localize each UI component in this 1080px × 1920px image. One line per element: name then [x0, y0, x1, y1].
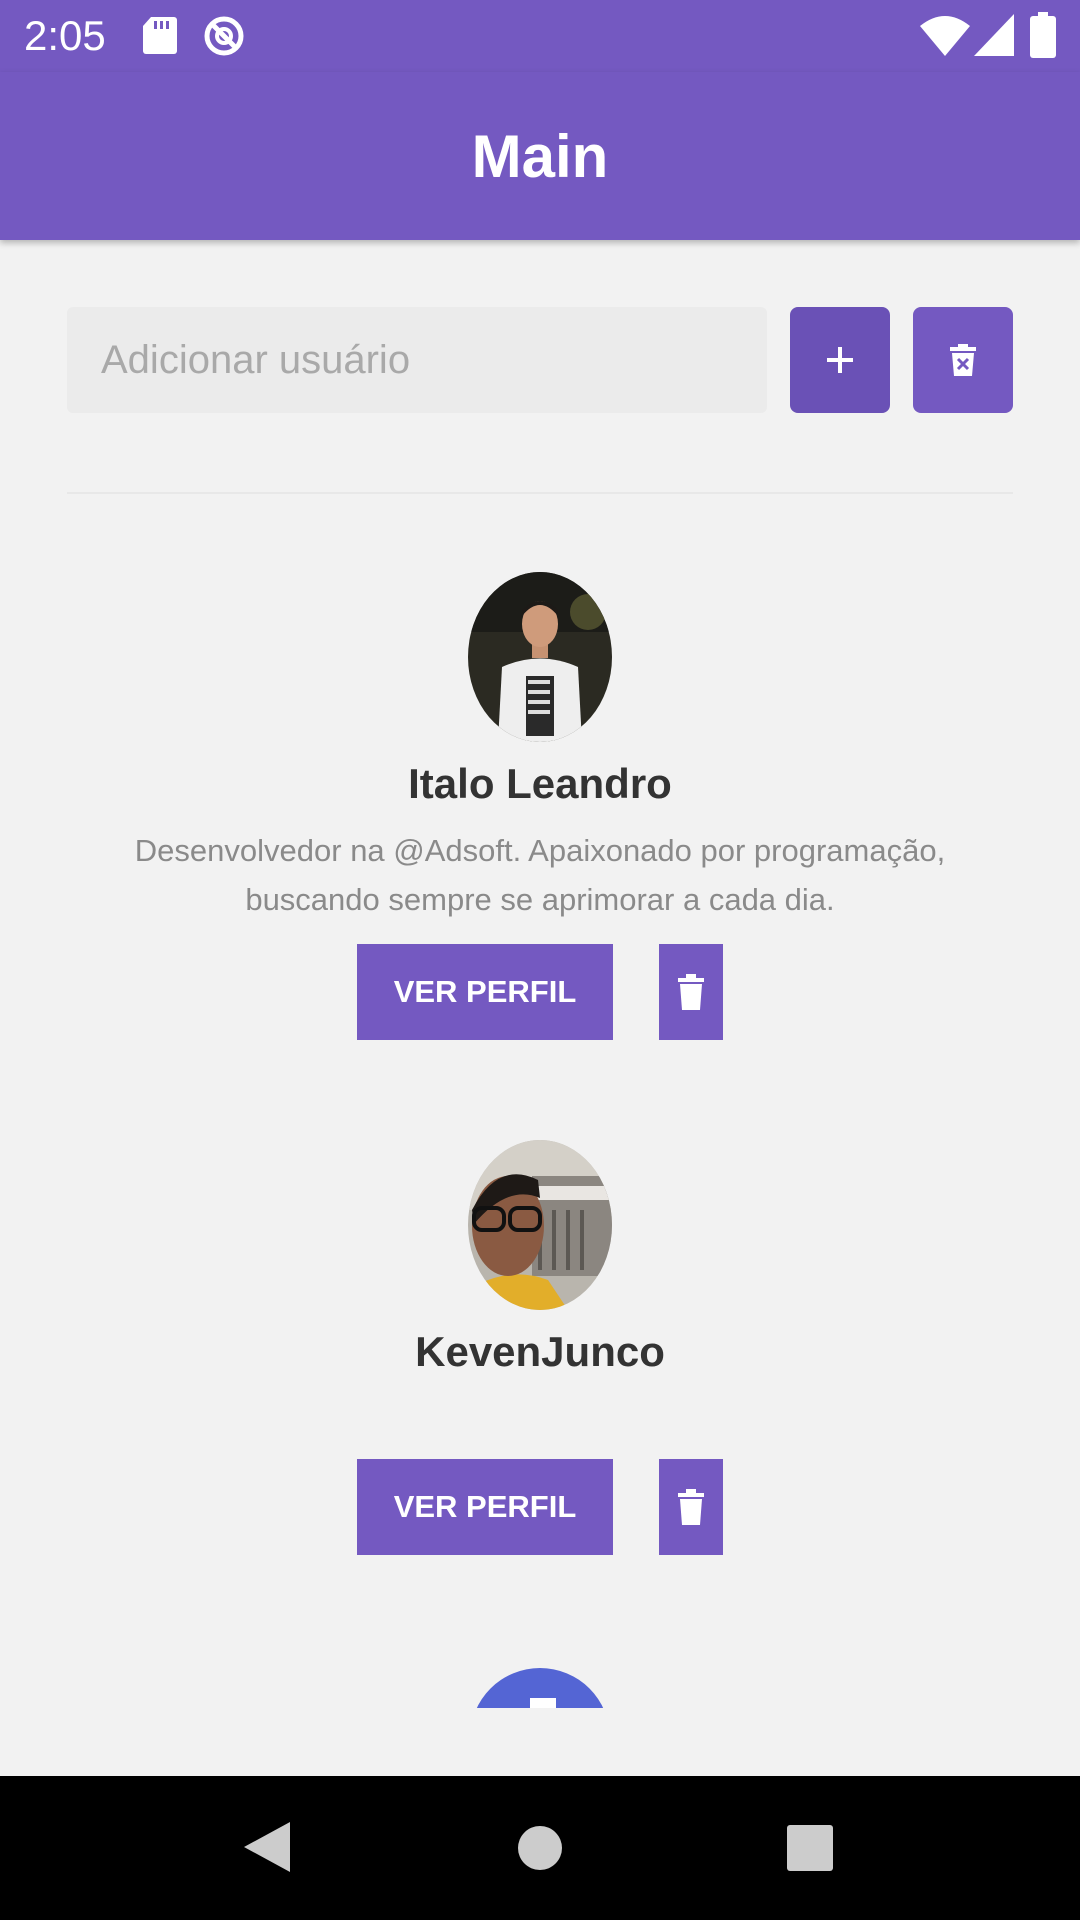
user-photo	[468, 572, 612, 742]
avatar	[468, 1140, 612, 1310]
user-name: Italo Leandro	[408, 760, 672, 807]
view-profile-button[interactable]: VER PERFIL	[357, 1459, 613, 1555]
view-profile-button[interactable]: VER PERFIL	[357, 944, 613, 1040]
user-name: KevenJunco	[415, 1328, 665, 1375]
delete-forever-icon	[950, 344, 976, 376]
wifi-icon	[920, 16, 970, 56]
back-icon[interactable]	[244, 1822, 290, 1872]
avatar	[468, 572, 612, 742]
trash-icon	[678, 1489, 704, 1525]
battery-icon	[1030, 12, 1056, 58]
delete-user-button[interactable]	[659, 1459, 723, 1555]
signal-icon	[974, 14, 1014, 56]
status-time: 2:05	[24, 12, 106, 59]
delete-user-button[interactable]	[659, 944, 723, 1040]
list-fade	[0, 1708, 1080, 1776]
plus-icon	[827, 347, 853, 373]
app-bar: Main	[0, 72, 1080, 240]
user-bio: Desenvolvedor na @Adsoft. Apaixonado por…	[134, 833, 946, 917]
clear-all-users-button[interactable]	[913, 307, 1013, 413]
user-photo	[468, 1140, 612, 1310]
page-title: Main	[471, 122, 609, 190]
add-user-button[interactable]	[790, 307, 890, 413]
trash-icon	[678, 974, 704, 1010]
add-user-input[interactable]	[67, 307, 767, 413]
divider	[67, 492, 1013, 494]
recents-icon[interactable]	[787, 1825, 833, 1871]
home-icon[interactable]	[518, 1826, 562, 1870]
sd-card-icon	[143, 17, 177, 54]
sync-disabled-icon	[204, 16, 244, 56]
status-bar: 2:05	[0, 0, 1080, 72]
